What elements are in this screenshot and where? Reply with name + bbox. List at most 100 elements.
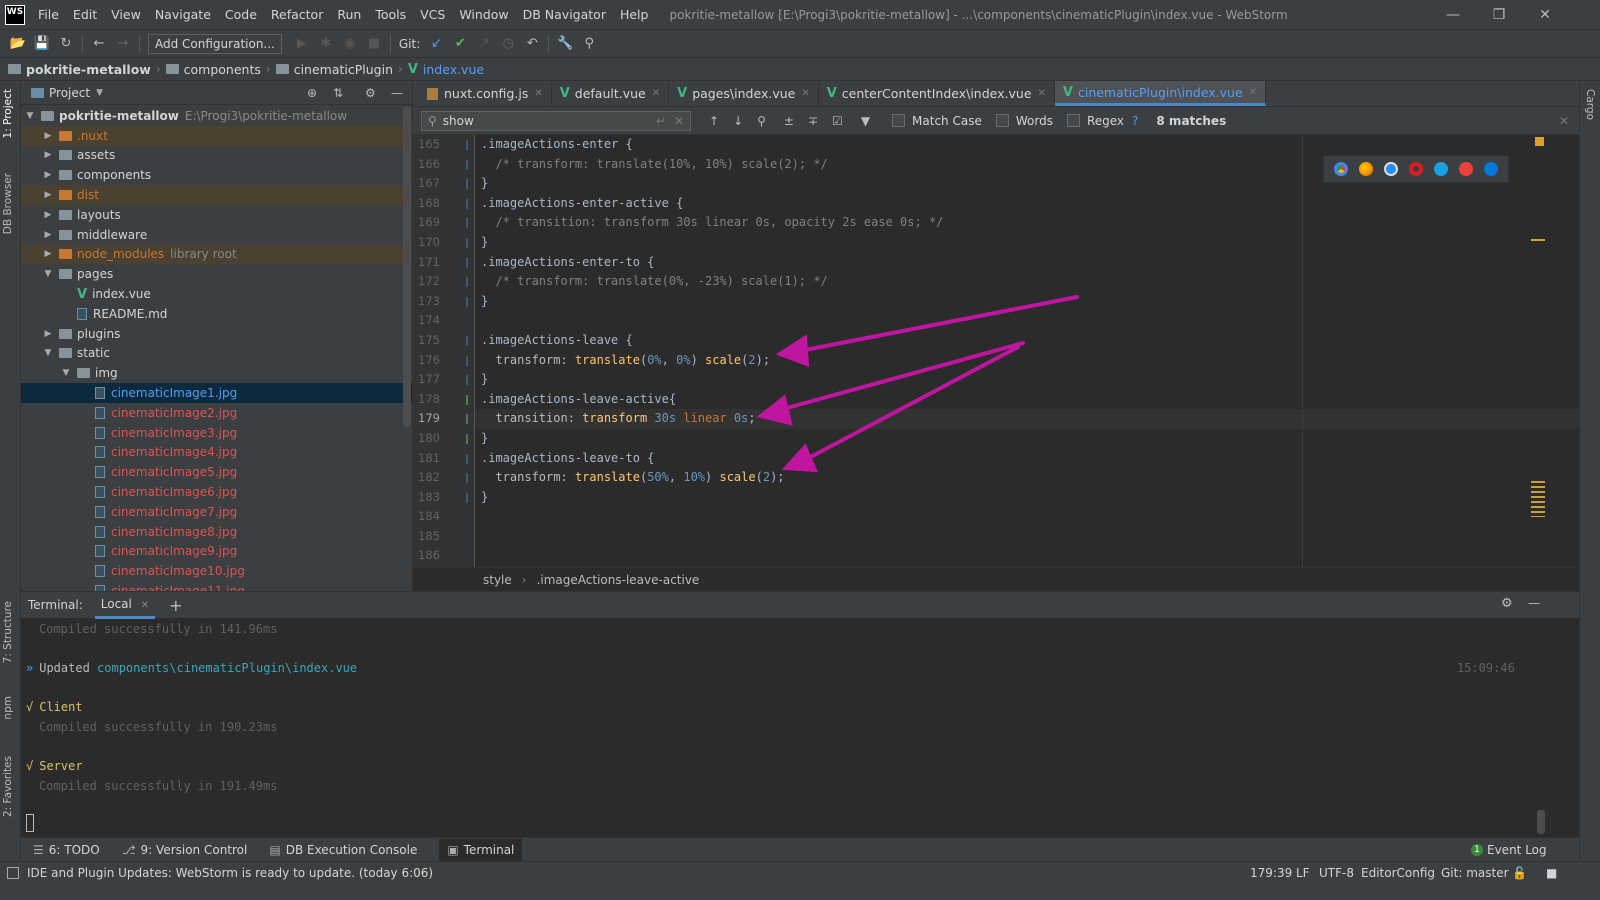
- regex-checkbox[interactable]: Regex: [1066, 114, 1124, 128]
- git-branch[interactable]: Git: master: [1441, 866, 1509, 880]
- menu-refactor[interactable]: Refactor: [264, 0, 330, 29]
- bottom-tab-db-execution-console[interactable]: ▤ DB Execution Console: [269, 843, 417, 857]
- close-tab-icon[interactable]: ✕: [801, 88, 809, 99]
- close-tab-icon[interactable]: ✕: [1249, 87, 1257, 98]
- menu-vcs[interactable]: VCS: [413, 0, 452, 29]
- find-all-icon[interactable]: ⚲: [757, 114, 766, 128]
- select-all-occurrences-icon[interactable]: ☑: [832, 114, 843, 128]
- tree-file[interactable]: cinematicImage6.jpg: [21, 482, 412, 502]
- favorites-tool-tab[interactable]: 2: Favorites: [2, 756, 14, 817]
- close-tab-icon[interactable]: ✕: [141, 600, 149, 611]
- add-configuration-button[interactable]: Add Configuration...: [148, 33, 282, 54]
- search-input[interactable]: show: [443, 114, 474, 128]
- cargo-tool-tab[interactable]: Cargo: [1584, 89, 1596, 120]
- menu-edit[interactable]: Edit: [66, 0, 104, 29]
- clear-search-icon[interactable]: ✕: [674, 114, 684, 128]
- git-commit-icon[interactable]: ✔: [448, 33, 472, 55]
- menu-run[interactable]: Run: [330, 0, 368, 29]
- npm-tool-tab[interactable]: npm: [2, 696, 14, 720]
- close-tab-icon[interactable]: ✕: [534, 88, 542, 99]
- breadcrumb-css-selector[interactable]: .imageActions-leave-active: [537, 573, 700, 587]
- tree-file[interactable]: cinematicImage7.jpg: [21, 502, 412, 522]
- git-push-icon[interactable]: ↗: [472, 33, 496, 55]
- breadcrumb-style-tag[interactable]: style: [483, 573, 512, 587]
- menu-window[interactable]: Window: [452, 0, 515, 29]
- new-terminal-icon[interactable]: +: [169, 596, 182, 615]
- tree-file[interactable]: cinematicImage3.jpg: [21, 423, 412, 443]
- toggle-tool-windows-icon[interactable]: [7, 866, 19, 879]
- match-case-checkbox[interactable]: Match Case: [892, 114, 982, 128]
- stop-icon[interactable]: ■: [362, 33, 386, 55]
- settings-wrench-icon[interactable]: 🔧: [553, 33, 577, 55]
- chevron-down-icon[interactable]: ▼: [96, 88, 103, 98]
- breadcrumb-cinematic-plugin[interactable]: cinematicPlugin: [275, 62, 393, 77]
- editorconfig-status[interactable]: EditorConfig: [1361, 866, 1435, 880]
- bottom-tab-9-version-control[interactable]: ⎇ 9: Version Control: [122, 843, 248, 857]
- sync-icon[interactable]: ↻: [54, 33, 78, 55]
- tree-file[interactable]: Vindex.vue: [21, 284, 412, 304]
- lock-icon[interactable]: 🔓: [1512, 866, 1527, 880]
- tree-folder[interactable]: ▶ middleware: [21, 225, 412, 245]
- menu-navigate[interactable]: Navigate: [148, 0, 218, 29]
- git-history-icon[interactable]: ◷: [496, 33, 520, 55]
- tree-file[interactable]: README.md: [21, 304, 412, 324]
- next-match-icon[interactable]: ↓: [733, 114, 743, 128]
- close-window-button[interactable]: ✕: [1522, 0, 1568, 29]
- tree-file[interactable]: cinematicImage2.jpg: [21, 403, 412, 423]
- tree-file[interactable]: cinematicImage10.jpg: [21, 561, 412, 581]
- regex-help-link[interactable]: ?: [1132, 114, 1138, 128]
- search-input-box[interactable]: ⚲ show ↵ ✕: [421, 110, 691, 131]
- memory-indicator-icon[interactable]: ■: [1546, 866, 1557, 880]
- git-update-icon[interactable]: ↙: [424, 33, 448, 55]
- open-folder-icon[interactable]: 📂: [6, 33, 30, 55]
- editor-tab[interactable]: Vdefault.vue ✕: [552, 81, 670, 106]
- new-line-icon[interactable]: ↵: [656, 114, 666, 128]
- back-arrow-icon[interactable]: ←: [87, 33, 111, 55]
- breadcrumb-file[interactable]: Vindex.vue: [408, 62, 484, 77]
- menu-view[interactable]: View: [104, 0, 148, 29]
- event-log-button[interactable]: 1 Event Log: [1471, 843, 1547, 857]
- editor-tab[interactable]: nuxt.config.js ✕: [419, 81, 552, 106]
- hide-panel-icon[interactable]: —: [1528, 596, 1540, 610]
- debug-icon[interactable]: ✱: [314, 33, 338, 55]
- terminal-scrollbar[interactable]: [1537, 810, 1545, 834]
- menu-code[interactable]: Code: [218, 0, 264, 29]
- tree-file[interactable]: cinematicImage4.jpg: [21, 443, 412, 463]
- menu-db-navigator[interactable]: DB Navigator: [516, 0, 613, 29]
- tree-folder[interactable]: ▶ assets: [21, 146, 412, 166]
- save-all-icon[interactable]: 💾: [30, 33, 54, 55]
- tree-folder[interactable]: ▶ dist: [21, 185, 412, 205]
- tree-file[interactable]: cinematicImage8.jpg: [21, 522, 412, 542]
- restore-button[interactable]: ❐: [1476, 0, 1522, 29]
- tree-folder[interactable]: ▼ pages: [21, 264, 412, 284]
- locate-file-icon[interactable]: ⊕: [307, 86, 317, 100]
- filter-icon[interactable]: ▼: [861, 114, 870, 128]
- code-editor[interactable]: 165 166 167 168 169 170 171 172 173 174 175 176 177 1…: [413, 135, 1579, 567]
- breadcrumb-components[interactable]: components: [165, 62, 261, 77]
- tree-folder[interactable]: ▶ .nuxt: [21, 125, 412, 146]
- remove-occurrence-icon[interactable]: ∓: [808, 114, 818, 128]
- coverage-icon[interactable]: ◉: [338, 33, 362, 55]
- gear-icon[interactable]: ⚙: [365, 86, 376, 100]
- db-browser-tool-tab[interactable]: DB Browser: [2, 173, 14, 234]
- close-find-icon[interactable]: ✕: [1559, 114, 1569, 128]
- add-occurrence-icon[interactable]: ±: [784, 114, 794, 128]
- terminal-tab-local[interactable]: Local ✕: [94, 592, 156, 619]
- tree-root[interactable]: ▼ pokritie-metallow E:\Progi3\pokritie-m…: [21, 106, 412, 126]
- previous-match-icon[interactable]: ↑: [709, 114, 719, 128]
- close-tab-icon[interactable]: ✕: [652, 88, 660, 99]
- caret-position[interactable]: 179:39: [1250, 866, 1292, 880]
- editor-tab[interactable]: VcenterContentIndex\index.vue ✕: [819, 81, 1055, 106]
- collapse-all-icon[interactable]: ⇅: [333, 86, 343, 100]
- editor-tab[interactable]: Vpages\index.vue ✕: [669, 81, 819, 106]
- git-revert-icon[interactable]: ↶: [520, 33, 544, 55]
- tree-folder[interactable]: ▶ components: [21, 165, 412, 185]
- gear-icon[interactable]: ⚙: [1501, 596, 1513, 611]
- structure-tool-tab[interactable]: 7: Structure: [2, 601, 14, 663]
- tree-file[interactable]: cinematicImage5.jpg: [21, 462, 412, 482]
- editor-tab[interactable]: VcinematicPlugin\index.vue ✕: [1054, 81, 1267, 106]
- hide-panel-icon[interactable]: —: [391, 86, 403, 100]
- search-everywhere-icon[interactable]: ⚲: [577, 33, 601, 55]
- tree-folder[interactable]: ▶ node_modules library root: [21, 244, 412, 265]
- menu-tools[interactable]: Tools: [368, 0, 413, 29]
